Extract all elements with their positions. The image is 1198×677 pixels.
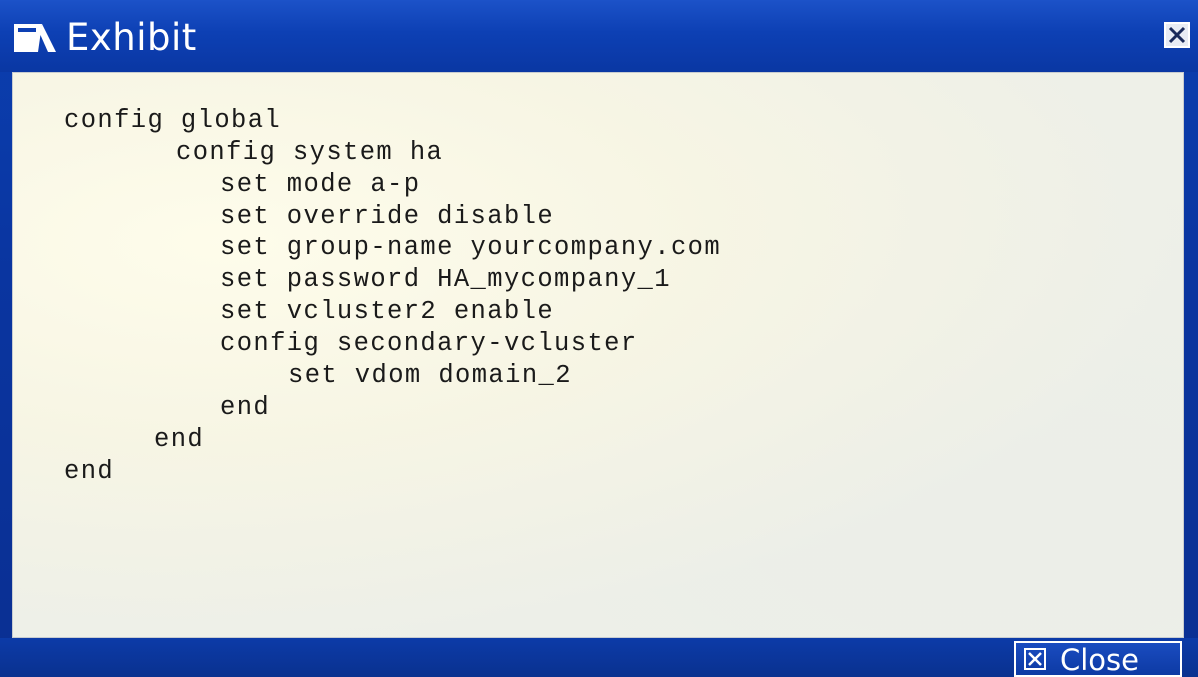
code-line: config global	[64, 106, 282, 135]
config-code-block: config global config system ha set mode …	[12, 72, 1184, 638]
close-button-label: Close	[1060, 643, 1139, 677]
title-bar: Exhibit	[0, 0, 1198, 72]
code-line: set vdom domain_2	[288, 361, 572, 390]
code-line: end	[154, 425, 205, 454]
window-title: Exhibit	[66, 16, 197, 59]
code-line: set override disable	[220, 202, 555, 231]
exhibit-window: Exhibit config global config system ha s…	[0, 0, 1198, 677]
exhibit-content: config global config system ha set mode …	[12, 72, 1184, 638]
code-line: set password HA_mycompany_1	[220, 265, 671, 294]
code-line: config secondary-vcluster	[220, 329, 638, 358]
close-icon	[1168, 26, 1186, 44]
code-line: set group-name yourcompany.com	[220, 233, 722, 262]
code-line: end	[64, 457, 115, 486]
code-line: set mode a-p	[220, 170, 421, 199]
code-line: set vcluster2 enable	[220, 297, 555, 326]
exhibit-icon	[12, 22, 58, 54]
code-line: config system ha	[176, 138, 444, 167]
close-icon	[1024, 648, 1046, 670]
close-button[interactable]: Close	[1014, 641, 1182, 677]
title-close-button[interactable]	[1164, 22, 1190, 48]
code-line: end	[220, 393, 271, 422]
